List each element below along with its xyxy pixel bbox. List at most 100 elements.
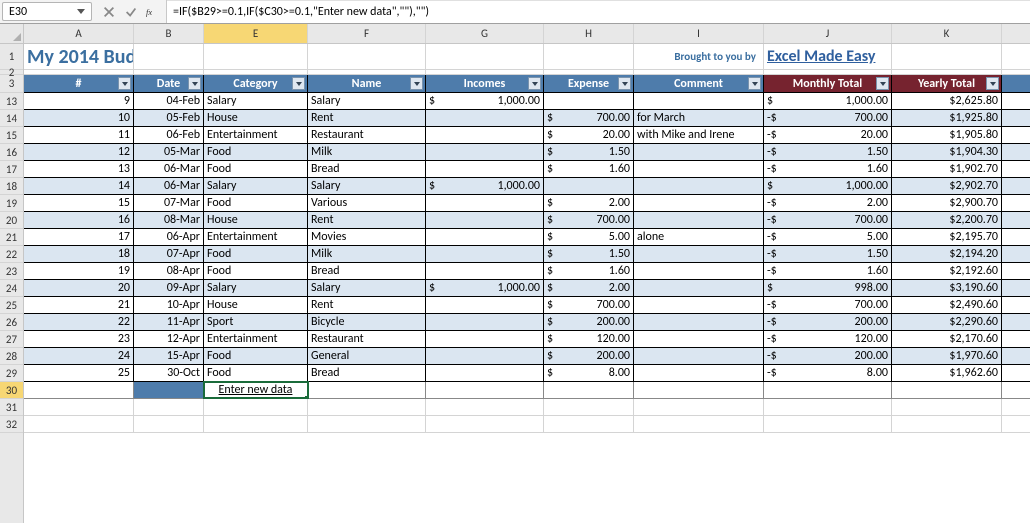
cell[interactable] <box>426 110 544 126</box>
cell[interactable] <box>544 399 634 415</box>
cell[interactable] <box>544 416 634 432</box>
cell[interactable]: 05-Mar <box>134 144 204 160</box>
column-header[interactable]: G <box>426 24 544 43</box>
cell[interactable]: $2.00 <box>544 195 634 211</box>
cell[interactable]: 17 <box>24 229 134 245</box>
cell[interactable]: $998.00 <box>764 280 892 296</box>
cell[interactable] <box>544 93 634 109</box>
enter-icon[interactable] <box>124 5 138 19</box>
cell[interactable]: Food <box>204 144 308 160</box>
cell[interactable] <box>634 399 764 415</box>
cell[interactable]: 07-Apr <box>134 246 204 262</box>
row-header[interactable]: 24 <box>0 280 23 297</box>
cell[interactable] <box>24 416 134 432</box>
cell[interactable]: Food <box>204 195 308 211</box>
cell[interactable] <box>134 70 204 74</box>
cell[interactable]: 24 <box>24 348 134 364</box>
cell[interactable] <box>634 280 764 296</box>
cell[interactable]: 25 <box>24 365 134 381</box>
cell[interactable]: $2,625.80 <box>892 93 1002 109</box>
cell[interactable] <box>204 70 308 74</box>
cell[interactable]: General <box>308 348 426 364</box>
cell[interactable] <box>892 44 1002 69</box>
cell[interactable]: 12-Apr <box>134 331 204 347</box>
filter-dropdown-icon[interactable] <box>528 77 541 90</box>
cell[interactable]: with Mike and Irene <box>634 127 764 143</box>
row-header[interactable]: 21 <box>0 229 23 246</box>
name-box[interactable]: E30 <box>2 2 92 21</box>
cell[interactable]: -$700.00 <box>764 212 892 228</box>
cell[interactable]: $8.00 <box>544 365 634 381</box>
column-header[interactable]: H <box>544 24 634 43</box>
cell[interactable]: 14 <box>24 178 134 194</box>
cell[interactable]: $1,000.00 <box>764 93 892 109</box>
cell[interactable] <box>634 348 764 364</box>
cell[interactable]: $200.00 <box>544 348 634 364</box>
cell[interactable]: House <box>204 297 308 313</box>
row-header[interactable]: 17 <box>0 161 23 178</box>
cell[interactable]: House <box>204 110 308 126</box>
column-header[interactable]: J <box>764 24 892 43</box>
cell[interactable]: $700.00 <box>544 110 634 126</box>
cell[interactable]: $2,194.20 <box>892 246 1002 262</box>
cell[interactable] <box>634 195 764 211</box>
cell[interactable] <box>634 178 764 194</box>
cell[interactable]: Milk <box>308 246 426 262</box>
cell[interactable]: Salary <box>204 93 308 109</box>
column-header[interactable]: I <box>634 24 764 43</box>
cell[interactable]: 18 <box>24 246 134 262</box>
cell[interactable] <box>764 70 892 74</box>
filter-dropdown-icon[interactable] <box>410 77 423 90</box>
filter-dropdown-icon[interactable] <box>986 77 999 90</box>
cell[interactable]: $1,970.60 <box>892 348 1002 364</box>
cell[interactable]: House <box>204 212 308 228</box>
cell[interactable]: Food <box>204 263 308 279</box>
row-header[interactable]: 30 <box>0 382 23 399</box>
cell[interactable] <box>892 70 1002 74</box>
cell[interactable]: $2,195.70 <box>892 229 1002 245</box>
cell[interactable]: Various <box>308 195 426 211</box>
cell[interactable]: -$1.50 <box>764 144 892 160</box>
fx-icon[interactable]: fx <box>146 5 160 19</box>
column-header[interactable]: B <box>134 24 204 43</box>
cell[interactable] <box>134 382 204 398</box>
cell[interactable] <box>892 416 1002 432</box>
cell[interactable]: for March <box>634 110 764 126</box>
cell[interactable]: Bread <box>308 161 426 177</box>
cell[interactable]: 20 <box>24 280 134 296</box>
filter-dropdown-icon[interactable] <box>618 77 631 90</box>
cell[interactable] <box>426 195 544 211</box>
row-header[interactable]: 28 <box>0 348 23 365</box>
cell[interactable]: 21 <box>24 297 134 313</box>
cell[interactable]: -$1.50 <box>764 246 892 262</box>
cell[interactable]: Bread <box>308 263 426 279</box>
cell[interactable]: Food <box>204 246 308 262</box>
row-header[interactable]: 23 <box>0 263 23 280</box>
cell[interactable]: 11 <box>24 127 134 143</box>
cell[interactable] <box>634 246 764 262</box>
cell[interactable]: 08-Mar <box>134 212 204 228</box>
cell[interactable]: $1,000.00 <box>426 178 544 194</box>
cell[interactable]: -$1.60 <box>764 161 892 177</box>
row-header[interactable]: 19 <box>0 195 23 212</box>
cell[interactable] <box>308 382 426 398</box>
cell[interactable] <box>634 212 764 228</box>
cell[interactable]: $700.00 <box>544 297 634 313</box>
cell[interactable]: 23 <box>24 331 134 347</box>
cell[interactable] <box>426 314 544 330</box>
cell[interactable] <box>134 416 204 432</box>
cell[interactable]: Salary <box>308 280 426 296</box>
cell[interactable]: Salary <box>308 178 426 194</box>
row-header[interactable]: 16 <box>0 144 23 161</box>
cell[interactable] <box>24 70 134 74</box>
cell[interactable]: $700.00 <box>544 212 634 228</box>
cell[interactable] <box>892 382 1002 398</box>
cell[interactable] <box>544 382 634 398</box>
cell[interactable]: 9 <box>24 93 134 109</box>
cell[interactable] <box>764 416 892 432</box>
row-header[interactable]: 32 <box>0 416 23 433</box>
filter-dropdown-icon[interactable] <box>876 77 889 90</box>
cell[interactable]: 06-Mar <box>134 178 204 194</box>
col-name[interactable]: Name <box>308 75 426 92</box>
cell[interactable]: -$5.00 <box>764 229 892 245</box>
